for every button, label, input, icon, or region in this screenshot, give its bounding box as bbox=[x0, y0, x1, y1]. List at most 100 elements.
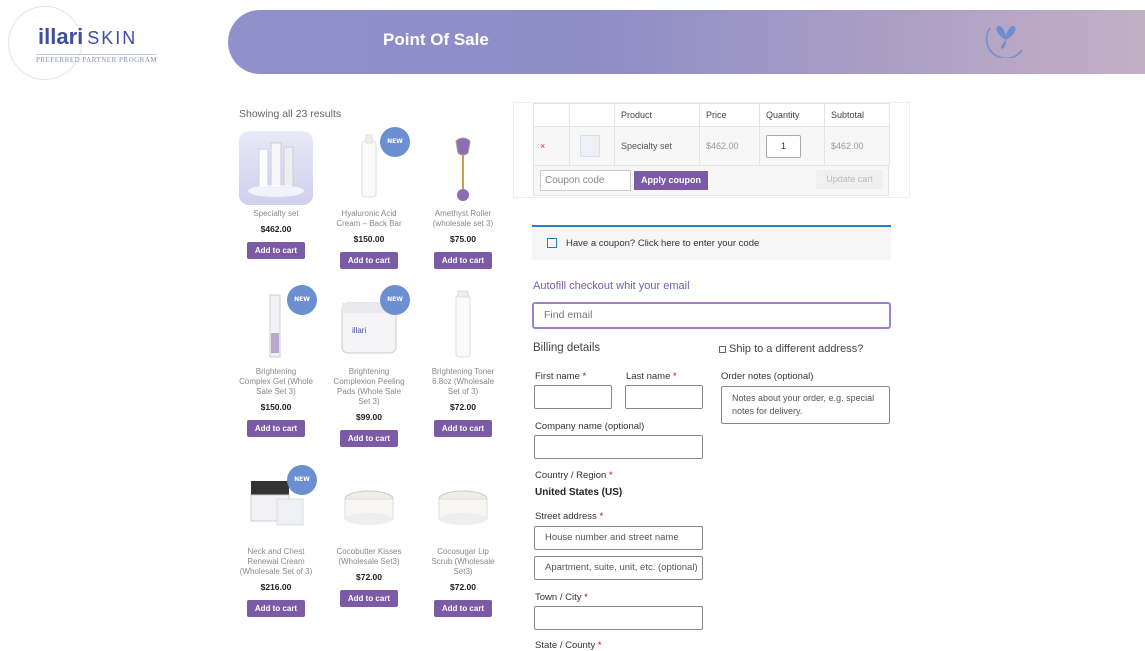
add-to-cart-button[interactable]: Add to cart bbox=[247, 600, 305, 617]
page-title: Point Of Sale bbox=[383, 30, 489, 49]
product-image[interactable]: NEW bbox=[332, 127, 410, 205]
quantity-cell: 1 bbox=[759, 126, 825, 166]
product-image[interactable] bbox=[239, 131, 313, 205]
add-to-cart-button[interactable]: Add to cart bbox=[247, 420, 305, 437]
product-card[interactable]: NEW Hyaluronic Acid Cream – Back Bar $15… bbox=[331, 127, 410, 269]
thumb-cell bbox=[569, 126, 615, 166]
product-card[interactable]: NEW Neck and Chest Renewal Cream (Wholes… bbox=[238, 465, 317, 617]
add-to-cart-button[interactable]: Add to cart bbox=[434, 252, 492, 269]
ship-label-text: Ship to a different address? bbox=[729, 343, 864, 355]
city-label: Town / City * bbox=[535, 592, 588, 603]
find-email-input[interactable]: Find email bbox=[532, 302, 891, 329]
product-name[interactable]: Hyaluronic Acid Cream – Back Bar bbox=[331, 209, 407, 229]
product-card[interactable]: Amethyst Roller (wholesale set 3) $75.00… bbox=[425, 131, 501, 269]
product-price: $72.00 bbox=[450, 402, 476, 412]
product-image[interactable] bbox=[426, 469, 500, 543]
product-image[interactable] bbox=[426, 131, 500, 205]
cart-item-product[interactable]: Specialty set bbox=[614, 126, 700, 166]
add-to-cart-button[interactable]: Add to cart bbox=[340, 430, 398, 447]
product-name[interactable]: Specialty set bbox=[238, 209, 314, 219]
product-image[interactable]: NEW bbox=[239, 465, 317, 543]
country-label: Country / Region * bbox=[535, 470, 613, 481]
coupon-notice[interactable]: Have a coupon? Click here to enter your … bbox=[532, 225, 891, 260]
last-name-field[interactable] bbox=[625, 385, 703, 409]
update-cart-button[interactable]: Update cart bbox=[816, 170, 883, 189]
product-image[interactable]: NEW bbox=[239, 285, 317, 363]
apply-coupon-button[interactable]: Apply coupon bbox=[634, 171, 708, 190]
product-card[interactable]: Specialty set $462.00 Add to cart bbox=[238, 131, 314, 259]
cart-row: × Specialty set $462.00 1 $462.00 bbox=[533, 126, 890, 166]
product-price: $72.00 bbox=[356, 572, 382, 582]
product-photo bbox=[455, 290, 471, 358]
product-card[interactable]: Brightening Toner 6.8oz (Wholesale Set o… bbox=[425, 289, 501, 437]
first-name-field[interactable] bbox=[534, 385, 612, 409]
country-value: United States (US) bbox=[535, 487, 623, 498]
logo-text: illari SKIN bbox=[38, 24, 138, 49]
product-photo bbox=[438, 490, 488, 525]
product-card[interactable]: illari NEW Brightening Complexion Peelin… bbox=[331, 285, 410, 447]
new-badge: NEW bbox=[380, 127, 410, 157]
quantity-input[interactable]: 1 bbox=[766, 134, 801, 158]
product-price: $75.00 bbox=[450, 234, 476, 244]
remove-item-button[interactable]: × bbox=[540, 141, 545, 151]
product-card[interactable]: Cocosugar Lip Scrub (Wholesale Set3) $72… bbox=[425, 469, 501, 617]
product-name[interactable]: Brightening Complexion Peeling Pads (Who… bbox=[331, 367, 407, 407]
coupon-notice-text[interactable]: Have a coupon? Click here to enter your … bbox=[566, 238, 759, 249]
product-name[interactable]: Neck and Chest Renewal Cream (Wholesale … bbox=[238, 547, 314, 577]
product-image[interactable] bbox=[426, 289, 500, 363]
city-field[interactable] bbox=[534, 606, 703, 630]
add-to-cart-button[interactable]: Add to cart bbox=[340, 252, 398, 269]
product-card[interactable]: Cocobutter Kisses (Wholesale Set3) $72.0… bbox=[331, 469, 407, 607]
product-name[interactable]: Brightening Toner 6.8oz (Wholesale Set o… bbox=[425, 367, 501, 397]
product-name[interactable]: Brightening Complex Gel (Whole Sale Set … bbox=[238, 367, 314, 397]
street-address-field[interactable]: House number and street name bbox=[534, 526, 703, 550]
add-to-cart-button[interactable]: Add to cart bbox=[434, 600, 492, 617]
product-name[interactable]: Cocobutter Kisses (Wholesale Set3) bbox=[331, 547, 407, 567]
apartment-field[interactable]: Apartment, suite, unit, etc. (optional) bbox=[534, 556, 703, 580]
add-to-cart-button[interactable]: Add to cart bbox=[247, 242, 305, 259]
cart-header-thumb bbox=[569, 103, 615, 127]
product-card[interactable]: NEW Brightening Complex Gel (Whole Sale … bbox=[238, 285, 317, 437]
billing-details-heading: Billing details bbox=[533, 342, 601, 354]
product-image[interactable] bbox=[332, 469, 406, 543]
cart-header-quantity: Quantity bbox=[759, 103, 825, 127]
company-label: Company name (optional) bbox=[535, 421, 645, 432]
add-to-cart-button[interactable]: Add to cart bbox=[340, 590, 398, 607]
ship-different-address[interactable]: Ship to a different address? bbox=[719, 343, 863, 355]
order-notes-field[interactable]: Notes about your order, e.g. special not… bbox=[721, 386, 890, 424]
product-price: $150.00 bbox=[260, 402, 292, 412]
cart-header-subtotal: Subtotal bbox=[824, 103, 890, 127]
cart-header-remove bbox=[533, 103, 570, 127]
street-label: Street address * bbox=[535, 511, 604, 522]
cart-header-row: Product Price Quantity Subtotal bbox=[533, 103, 890, 127]
product-price: $216.00 bbox=[260, 582, 292, 592]
state-label: State / County * bbox=[535, 640, 602, 651]
window-icon bbox=[547, 238, 557, 248]
product-name[interactable]: Cocosugar Lip Scrub (Wholesale Set3) bbox=[425, 547, 501, 577]
coupon-input[interactable]: Coupon code bbox=[540, 170, 631, 191]
product-price: $462.00 bbox=[260, 224, 292, 234]
cart-item-thumbnail[interactable] bbox=[580, 135, 600, 157]
brand-logo[interactable]: illari SKIN PREFERRED PARTNER PROGRAM bbox=[4, 4, 164, 80]
remove-cell: × bbox=[533, 126, 570, 166]
cart-item-subtotal: $462.00 bbox=[824, 126, 890, 166]
cart-table: Product Price Quantity Subtotal × Specia… bbox=[533, 103, 890, 166]
new-badge: NEW bbox=[287, 465, 317, 495]
ship-checkbox[interactable] bbox=[719, 345, 726, 353]
last-name-label: Last name * bbox=[626, 371, 677, 382]
product-price: $150.00 bbox=[353, 234, 385, 244]
company-field[interactable] bbox=[534, 435, 703, 459]
new-badge: NEW bbox=[287, 285, 317, 315]
product-name[interactable]: Amethyst Roller (wholesale set 3) bbox=[425, 209, 501, 229]
logo-tagline: PREFERRED PARTNER PROGRAM bbox=[36, 54, 158, 64]
header-banner: Point Of Sale bbox=[228, 10, 1145, 74]
new-badge: NEW bbox=[380, 285, 410, 315]
butterfly-icon bbox=[985, 25, 1023, 58]
product-image[interactable]: illari NEW bbox=[332, 285, 410, 363]
add-to-cart-button[interactable]: Add to cart bbox=[434, 420, 492, 437]
product-photo bbox=[248, 142, 304, 197]
product-price: $72.00 bbox=[450, 582, 476, 592]
first-name-label: First name * bbox=[535, 371, 587, 382]
product-price: $99.00 bbox=[356, 412, 382, 422]
product-photo bbox=[455, 137, 471, 201]
